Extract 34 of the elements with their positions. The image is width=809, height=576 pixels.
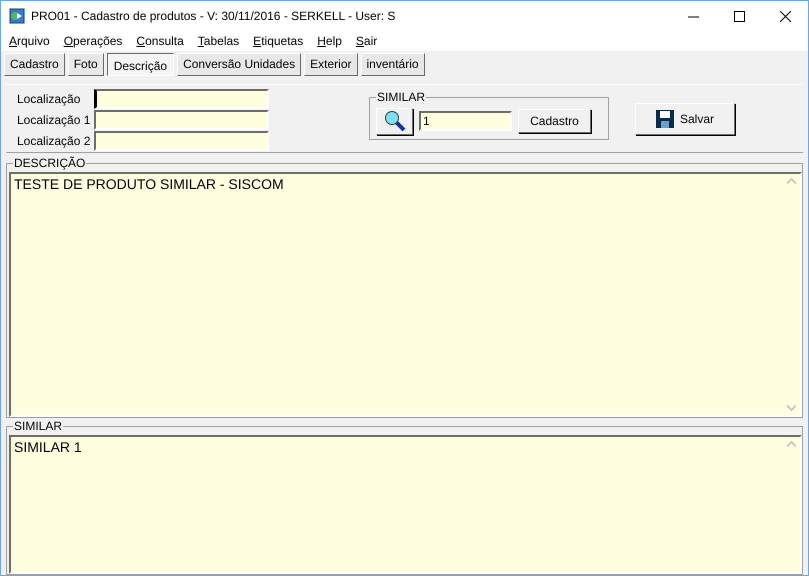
- group-title: SIMILAR: [13, 419, 64, 434]
- menu-item[interactable]: Operações: [64, 32, 122, 50]
- input-field[interactable]: [94, 88, 269, 109]
- group-title: SIMILAR: [376, 90, 426, 104]
- tab[interactable]: Descrição: [106, 52, 174, 76]
- app-icon: [9, 8, 25, 24]
- close-icon: [780, 10, 790, 22]
- field-label: Localização: [17, 91, 82, 108]
- tab[interactable]: Cadastro: [4, 52, 65, 76]
- search-button[interactable]: [376, 108, 413, 135]
- field-label: Localização 1: [17, 112, 92, 130]
- menu-item[interactable]: Sair: [356, 32, 378, 50]
- text-area[interactable]: SIMILAR 1: [9, 435, 802, 574]
- tab[interactable]: Foto: [68, 52, 104, 76]
- text-area[interactable]: TESTE DE PRODUTO SIMILAR - SISCOM: [9, 172, 802, 418]
- field-label: Localização 2: [17, 133, 92, 150]
- menu-item[interactable]: Etiquetas: [253, 32, 304, 50]
- group-title: DESCRIÇÃO: [13, 156, 86, 170]
- menu-item[interactable]: Tabelas: [198, 32, 240, 50]
- input-field[interactable]: [94, 130, 269, 151]
- menu-item[interactable]: Arquivo: [9, 32, 50, 50]
- register-button[interactable]: Cadastro: [518, 109, 591, 134]
- tab[interactable]: inventário: [360, 52, 425, 76]
- window-title: PRO01 - Cadastro de produtos - V: 30/11/2016 - SERKELL - User: S: [31, 8, 396, 25]
- menu-item[interactable]: Consulta: [136, 32, 184, 50]
- tab[interactable]: Conversão Unidades: [177, 52, 302, 76]
- maximize-icon: [734, 10, 744, 22]
- save-icon: [656, 110, 674, 128]
- tab[interactable]: Exterior: [304, 52, 358, 76]
- save-button[interactable]: Salvar: [635, 102, 735, 135]
- input-field[interactable]: 1: [419, 111, 512, 132]
- menu-item[interactable]: Help: [317, 32, 342, 50]
- search-icon: [384, 110, 406, 132]
- input-field[interactable]: [94, 110, 269, 130]
